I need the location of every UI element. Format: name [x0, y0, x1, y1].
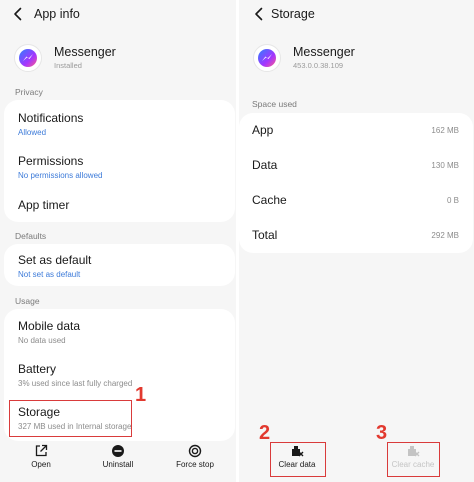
item-subtitle: No permissions allowed [18, 171, 103, 180]
stop-circle-icon [188, 444, 202, 458]
section-header-usage: Usage [15, 296, 40, 306]
battery-item[interactable]: Battery 3% used since last fully charged [18, 362, 132, 388]
messenger-app-icon [14, 44, 42, 72]
section-header-defaults: Defaults [15, 231, 47, 241]
item-subtitle: Allowed [18, 128, 47, 137]
step-3-marker: 3 [376, 422, 388, 444]
page-title: Storage [271, 7, 315, 21]
section-header-privacy: Privacy [15, 87, 43, 97]
storage-header: Storage [239, 0, 474, 30]
row-label: Cache [252, 193, 287, 207]
storage-panel: Storage Messenger 453.0.0.38.109 Space u… [239, 0, 474, 482]
row-value: 292 MB [431, 231, 459, 240]
item-title: Battery [18, 362, 57, 376]
clear-cache-highlight-box [387, 442, 440, 477]
force-stop-label: Force stop [176, 460, 214, 469]
back-arrow-icon[interactable] [251, 6, 267, 22]
mobile-data-item[interactable]: Mobile data No data used [18, 319, 80, 345]
row-label: App [252, 123, 274, 137]
back-arrow-icon[interactable] [10, 6, 26, 22]
app-name: Messenger [54, 45, 116, 59]
item-subtitle: No data used [18, 336, 66, 345]
app-name: Messenger [293, 45, 355, 59]
row-label: Data [252, 158, 278, 172]
item-subtitle: Not set as default [18, 270, 81, 279]
clear-data-highlight-box [270, 442, 326, 477]
open-button[interactable]: Open [6, 442, 76, 476]
notifications-item[interactable]: Notifications Allowed [18, 111, 83, 137]
app-info-panel: App info Messenger Installed Privacy Not… [0, 0, 236, 482]
item-title: Notifications [18, 111, 84, 125]
minus-circle-icon [112, 445, 124, 457]
open-label: Open [31, 460, 51, 469]
step-1-marker: 1 [135, 384, 147, 406]
storage-row-cache: Cache 0 B [239, 193, 473, 213]
uninstall-button[interactable]: Uninstall [83, 442, 153, 476]
space-used-card: App 162 MB Data 130 MB Cache 0 B Total 2… [239, 113, 473, 253]
item-title: App timer [18, 198, 70, 212]
item-title: Mobile data [18, 319, 81, 333]
storage-highlight-box [9, 400, 132, 437]
storage-row-data: Data 130 MB [239, 158, 473, 178]
app-info-header: App info [0, 0, 236, 30]
row-label: Total [252, 228, 278, 242]
uninstall-label: Uninstall [102, 460, 134, 469]
page-title: App info [34, 7, 80, 21]
item-subtitle: 3% used since last fully charged [18, 379, 133, 388]
row-value: 0 B [446, 196, 459, 205]
row-value: 162 MB [431, 126, 459, 135]
app-header: Messenger 453.0.0.38.109 [239, 40, 474, 80]
section-header-space-used: Space used [252, 99, 297, 109]
app-header: Messenger Installed [0, 40, 236, 80]
storage-row-total: Total 292 MB [239, 228, 473, 248]
permissions-item[interactable]: Permissions No permissions allowed [18, 154, 102, 180]
force-stop-button[interactable]: Force stop [160, 442, 230, 476]
defaults-card: Set as default Not set as default [4, 244, 235, 286]
privacy-card: Notifications Allowed Permissions No per… [4, 100, 235, 222]
messenger-app-icon [253, 44, 281, 72]
app-version: 453.0.0.38.109 [293, 61, 344, 70]
step-2-marker: 2 [259, 422, 271, 444]
app-timer-item[interactable]: App timer [18, 198, 69, 212]
item-title: Set as default [18, 253, 92, 267]
set-as-default-item[interactable]: Set as default Not set as default [18, 253, 91, 279]
item-title: Permissions [18, 154, 84, 168]
storage-row-app: App 162 MB [239, 123, 473, 143]
row-value: 130 MB [431, 161, 459, 170]
app-install-status: Installed [54, 61, 82, 70]
open-external-icon [35, 444, 48, 457]
